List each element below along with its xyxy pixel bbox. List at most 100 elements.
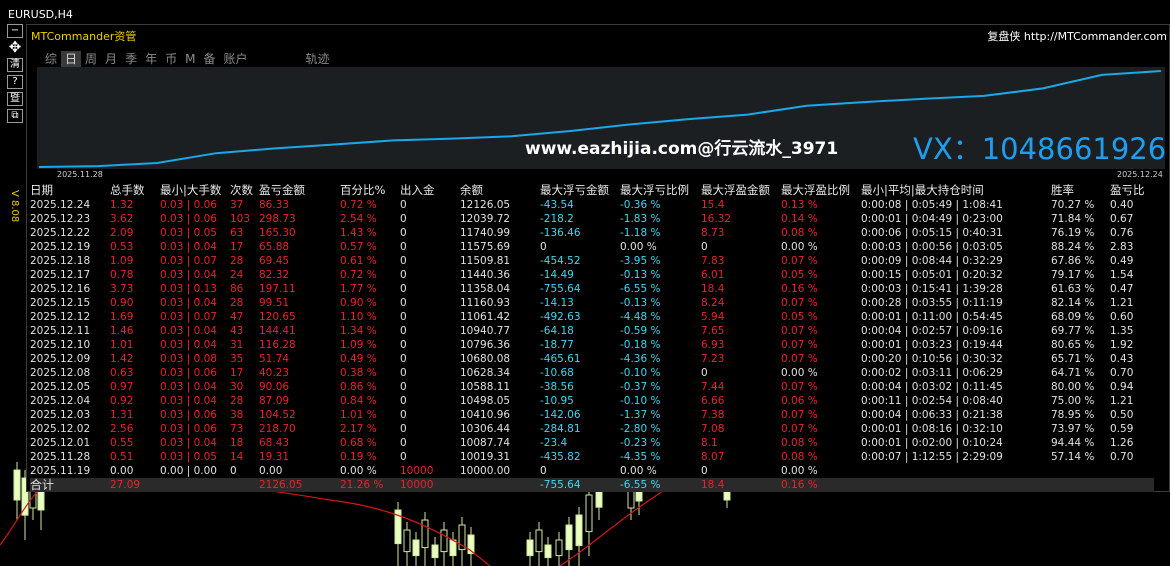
cell-percent: 0.68 % [340, 437, 377, 449]
website-link[interactable]: 复盘侠 http://MTCommander.com [987, 28, 1167, 44]
cell-hold-time: 0:00:15 | 0:05:01 | 0:20:32 [861, 269, 1003, 281]
tab-month[interactable]: 月 [101, 51, 121, 67]
cell-deposit: 10000 [400, 465, 434, 477]
cell-max-float-loss-pct: -2.80 % [620, 423, 661, 435]
cell-total-lots: 1.69 [110, 311, 134, 323]
cell-win-rate: 76.19 % [1051, 227, 1095, 239]
tab-year[interactable]: 年 [141, 51, 161, 67]
cell-pnl: 0.00 [259, 465, 283, 477]
cell-date: 2025.12.17 [30, 269, 91, 281]
table-body: 2025.12.24 1.32 0.03 | 0.06 37 86.33 0.72 % 0 1… [30, 198, 1154, 492]
cell-max-float-profit: 7.23 [701, 353, 725, 365]
minimize-icon[interactable]: − [7, 24, 23, 38]
cell-min-max-lots: 0.03 | 0.04 [160, 297, 217, 309]
cell-balance: 10410.96 [460, 409, 511, 421]
tab-magic[interactable]: M [181, 51, 199, 67]
cell-max-float-loss-pct: -0.10 % [620, 395, 661, 407]
cell-count: 0 [230, 465, 237, 477]
table-row: 2025.11.28 0.51 0.03 | 0.05 14 19.31 0.19 % 0 1… [30, 450, 1154, 464]
cell-hold-time: 0:00:20 | 0:10:56 | 0:30:32 [861, 353, 1003, 365]
cell-max-float-profit: 7.38 [701, 409, 725, 421]
table-row: 2025.12.18 1.09 0.03 | 0.07 28 69.45 0.61 % 0 1… [30, 254, 1154, 268]
table-row: 2025.12.15 0.90 0.03 | 0.04 28 99.51 0.90 % 0 1… [30, 296, 1154, 310]
tab-overview[interactable]: 综 [41, 51, 61, 67]
cell-balance: 11061.42 [460, 311, 511, 323]
daily-stats-table: 日期 总手数 最小|大手数 次数 盈亏金额 百分比% 出入金 余额 最大浮亏金额 最大浮亏比例 最大… [30, 182, 1154, 492]
cell-win-rate: 78.95 % [1051, 409, 1095, 421]
clear-button[interactable]: 清 [7, 58, 23, 72]
header-pl-ratio: 盈亏比 [1110, 183, 1145, 197]
total-percent: 21.26 % [340, 478, 400, 492]
cell-total-lots: 0.92 [110, 395, 134, 407]
header-max-float-profit: 最大浮盈金额 [701, 183, 770, 197]
tab-quarter[interactable]: 季 [121, 51, 141, 67]
tab-day[interactable]: 日 [61, 51, 82, 67]
cell-max-float-profit: 8.1 [701, 437, 718, 449]
cell-max-float-loss-pct: 0.00 % [620, 465, 657, 477]
tab-note[interactable]: 备 [199, 51, 219, 67]
cell-max-float-loss: -14.13 [540, 297, 574, 309]
cell-max-float-loss-pct: 0.00 % [620, 241, 657, 253]
cell-max-float-profit: 6.66 [701, 395, 725, 407]
cell-win-rate: 82.14 % [1051, 297, 1095, 309]
cell-max-float-profit: 7.44 [701, 381, 725, 393]
cell-min-max-lots: 0.03 | 0.04 [160, 269, 217, 281]
tab-track[interactable]: 轨迹 [302, 51, 334, 67]
equity-start-date: 2025.11.28 [57, 170, 103, 179]
cell-pnl: 298.73 [259, 213, 296, 225]
cell-max-float-loss-pct: -1.18 % [620, 227, 661, 239]
cell-balance: 11358.04 [460, 283, 511, 295]
table-row: 2025.12.03 1.31 0.03 | 0.06 38 104.52 1.01 % 0… [30, 408, 1154, 422]
tab-week[interactable]: 周 [81, 51, 101, 67]
cell-max-float-profit: 0 [701, 465, 708, 477]
cell-min-max-lots: 0.03 | 0.08 [160, 353, 217, 365]
cell-hold-time: 0:00:01 | 0:08:16 | 0:32:10 [861, 423, 1003, 435]
cell-percent: 1.77 % [340, 283, 377, 295]
total-date: 合计 [30, 478, 110, 492]
cell-total-lots: 0.90 [110, 297, 134, 309]
cell-max-float-loss-pct: -4.35 % [620, 451, 661, 463]
header-percent: 百分比% [340, 183, 386, 197]
cell-count: 38 [230, 409, 244, 421]
help-icon[interactable]: ? [7, 75, 23, 89]
cell-balance: 11509.81 [460, 255, 511, 267]
cell-percent: 0.90 % [340, 297, 377, 309]
cell-pl-ratio: 0.47 [1110, 283, 1134, 295]
cell-min-max-lots: 0.03 | 0.04 [160, 381, 217, 393]
move-icon[interactable]: ✥ [7, 40, 23, 55]
cell-total-lots: 1.09 [110, 255, 134, 267]
cell-date: 2025.12.10 [30, 339, 91, 351]
cell-pnl: 90.06 [259, 381, 290, 393]
cell-date: 2025.12.18 [30, 255, 91, 267]
table-row: 2025.12.01 0.55 0.03 | 0.04 18 68.43 0.68 % 0 1… [30, 436, 1154, 450]
cell-count: 28 [230, 395, 244, 407]
cell-pl-ratio: 1.35 [1110, 325, 1134, 337]
cell-pl-ratio: 0.40 [1110, 199, 1134, 211]
cell-max-float-profit: 6.01 [701, 269, 725, 281]
settings-button[interactable]: 暨 [7, 92, 23, 106]
cell-date: 2025.12.11 [30, 325, 91, 337]
cell-max-float-loss: -43.54 [540, 199, 574, 211]
version-label: V 8.08 [9, 190, 20, 223]
cell-balance: 11160.93 [460, 297, 511, 309]
link-url[interactable]: http://MTCommander.com [1024, 30, 1167, 43]
window-icon[interactable]: ⧉ [7, 109, 23, 123]
cell-pnl: 68.43 [259, 437, 290, 449]
cell-date: 2025.12.05 [30, 381, 91, 393]
header-total-lots: 总手数 [110, 183, 145, 197]
cell-total-lots: 1.32 [110, 199, 134, 211]
cell-max-float-loss-pct: -0.18 % [620, 339, 661, 351]
cell-win-rate: 64.71 % [1051, 367, 1095, 379]
cell-balance: 11740.99 [460, 227, 511, 239]
tab-currency[interactable]: 币 [161, 51, 181, 67]
tab-account[interactable]: 账户 [219, 51, 251, 67]
cell-min-max-lots: 0.03 | 0.05 [160, 227, 217, 239]
watermark-site: www.eazhijia.com@行云流水_3971 [525, 139, 839, 159]
cell-max-float-profit: 8.73 [701, 227, 725, 239]
cell-percent: 0.19 % [340, 451, 377, 463]
cell-max-float-profit: 7.83 [701, 255, 725, 267]
cell-deposit: 0 [400, 311, 407, 323]
cell-date: 2025.11.28 [30, 451, 91, 463]
cell-hold-time: 0:00:02 | 0:03:11 | 0:06:29 [861, 367, 1003, 379]
cell-max-float-profit: 8.07 [701, 451, 725, 463]
